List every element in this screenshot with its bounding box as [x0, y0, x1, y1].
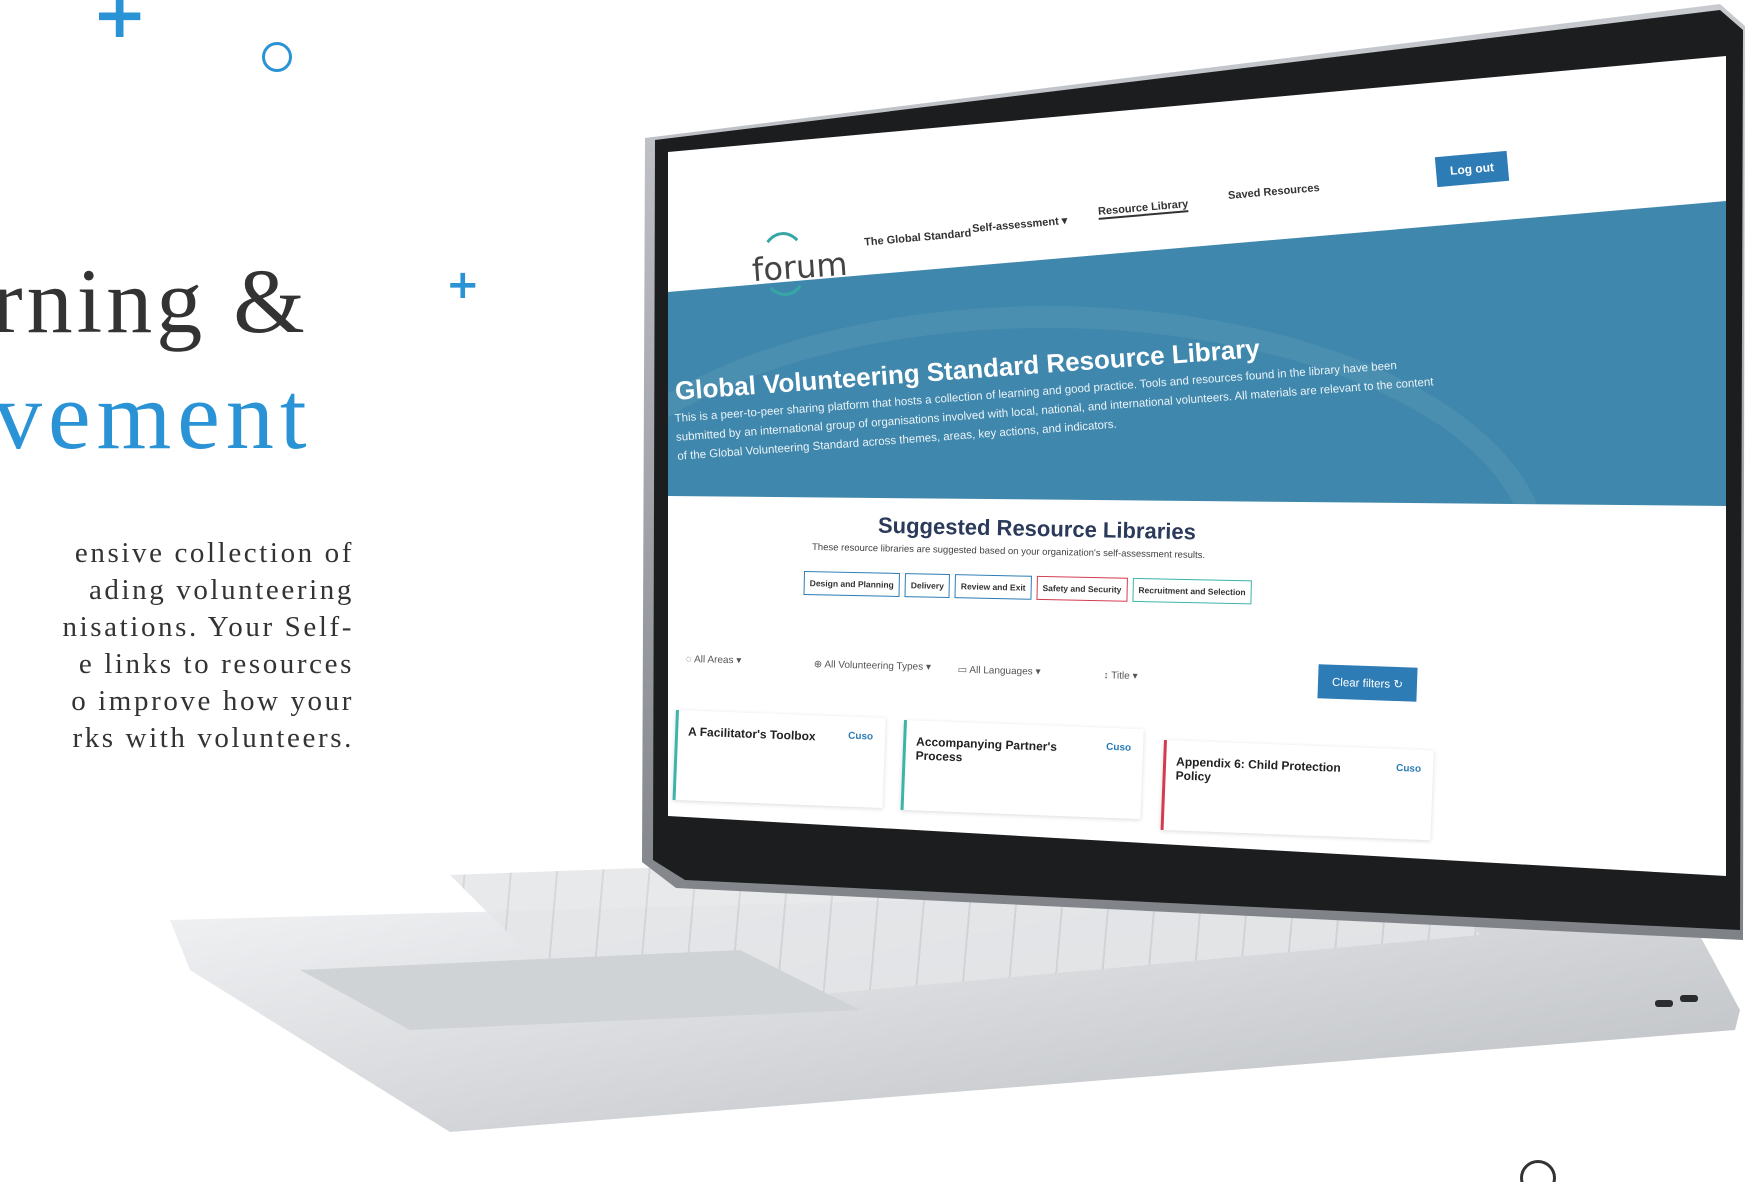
hero-heading-line-1: rning &: [0, 250, 309, 352]
circle-icon: [262, 42, 292, 72]
suggested-title: Suggested Resource Libraries: [877, 512, 1197, 545]
resource-card-title: Appendix 6: Child Protection Policy: [1175, 754, 1342, 784]
hero-description-line: o improve how your: [71, 685, 354, 717]
resource-card-title: Accompanying Partner's Process: [915, 734, 1058, 765]
hero-description-line: ensive collection of: [74, 537, 354, 569]
hero-description-line: nisations. Your Self-: [62, 611, 354, 643]
site-logo[interactable]: forum: [751, 245, 849, 290]
nav-saved-resources[interactable]: Saved Resources: [1228, 182, 1320, 202]
filter-volunteering-types[interactable]: ⊕ All Volunteering Types ▾: [814, 659, 931, 673]
nav-global-standard[interactable]: The Global Standard: [864, 227, 972, 248]
plus-icon: +: [92, 0, 148, 53]
globe-icon: ⊕: [813, 659, 823, 671]
hero-heading-line-2: vement: [0, 362, 313, 469]
resource-card-org-logo: Cuso: [1395, 762, 1422, 775]
logout-button[interactable]: Log out: [1434, 150, 1510, 188]
resource-card[interactable]: Accompanying Partner's Process Cuso: [900, 720, 1144, 820]
sort-label: Title: [1111, 670, 1130, 682]
filter-types-label: All Volunteering Types: [824, 659, 924, 673]
circle-icon: [1520, 1160, 1556, 1182]
sort-icon: ↕: [1103, 670, 1109, 682]
tag-icon: ◌: [685, 654, 692, 666]
clear-filters-label: Clear filters: [1331, 676, 1391, 691]
chip-design-and-planning[interactable]: Design and Planning: [803, 571, 901, 598]
chip-safety-and-security[interactable]: Safety and Security: [1036, 575, 1128, 602]
language-icon: ▭: [957, 664, 968, 676]
chip-review-and-exit[interactable]: Review and Exit: [954, 574, 1032, 600]
plus-icon: +: [446, 262, 480, 308]
filter-areas-label: All Areas: [693, 654, 734, 667]
nav-self-assessment-label: Self-assessment: [971, 215, 1060, 236]
caret-down-icon: ▾: [1061, 214, 1068, 228]
chip-delivery[interactable]: Delivery: [904, 573, 951, 599]
filter-areas[interactable]: ◌ All Areas ▾: [686, 654, 742, 666]
sort-select[interactable]: ↕ Title ▾: [1103, 670, 1137, 682]
filter-languages[interactable]: ▭ All Languages ▾: [958, 665, 1041, 678]
resource-card-org-logo: Cuso: [847, 730, 874, 743]
nav-resource-library[interactable]: Resource Library: [1097, 198, 1189, 220]
resource-card[interactable]: Appendix 6: Child Protection Policy Cuso: [1160, 740, 1434, 841]
usb-port: [1655, 1000, 1673, 1007]
hero-description-line: ading volunteering: [88, 574, 354, 606]
nav-self-assessment[interactable]: Self-assessment ▾: [972, 214, 1068, 235]
resource-card-title: A Facilitator's Toolbox: [687, 724, 816, 744]
usb-port: [1680, 995, 1698, 1002]
filter-languages-label: All Languages: [969, 664, 1033, 678]
laptop-screen: Global Volunteering Standard Resource Li…: [668, 56, 1726, 876]
refresh-icon: ↻: [1393, 678, 1404, 692]
hero-description: ensive collection of ading volunteering …: [0, 535, 354, 757]
suggested-chips: Design and Planning Delivery Review and …: [803, 571, 1252, 605]
chip-recruitment-and-selection[interactable]: Recruitment and Selection: [1132, 577, 1252, 605]
clear-filters-button[interactable]: Clear filters ↻: [1317, 664, 1418, 702]
resource-card[interactable]: A Facilitator's Toolbox Cuso: [672, 710, 886, 808]
hero-description-line: rks with volunteers.: [72, 722, 354, 754]
hero-description-line: e links to resources: [78, 648, 354, 680]
resource-card-org-logo: Cuso: [1105, 741, 1132, 754]
suggested-subtitle: These resource libraries are suggested b…: [811, 541, 1206, 562]
